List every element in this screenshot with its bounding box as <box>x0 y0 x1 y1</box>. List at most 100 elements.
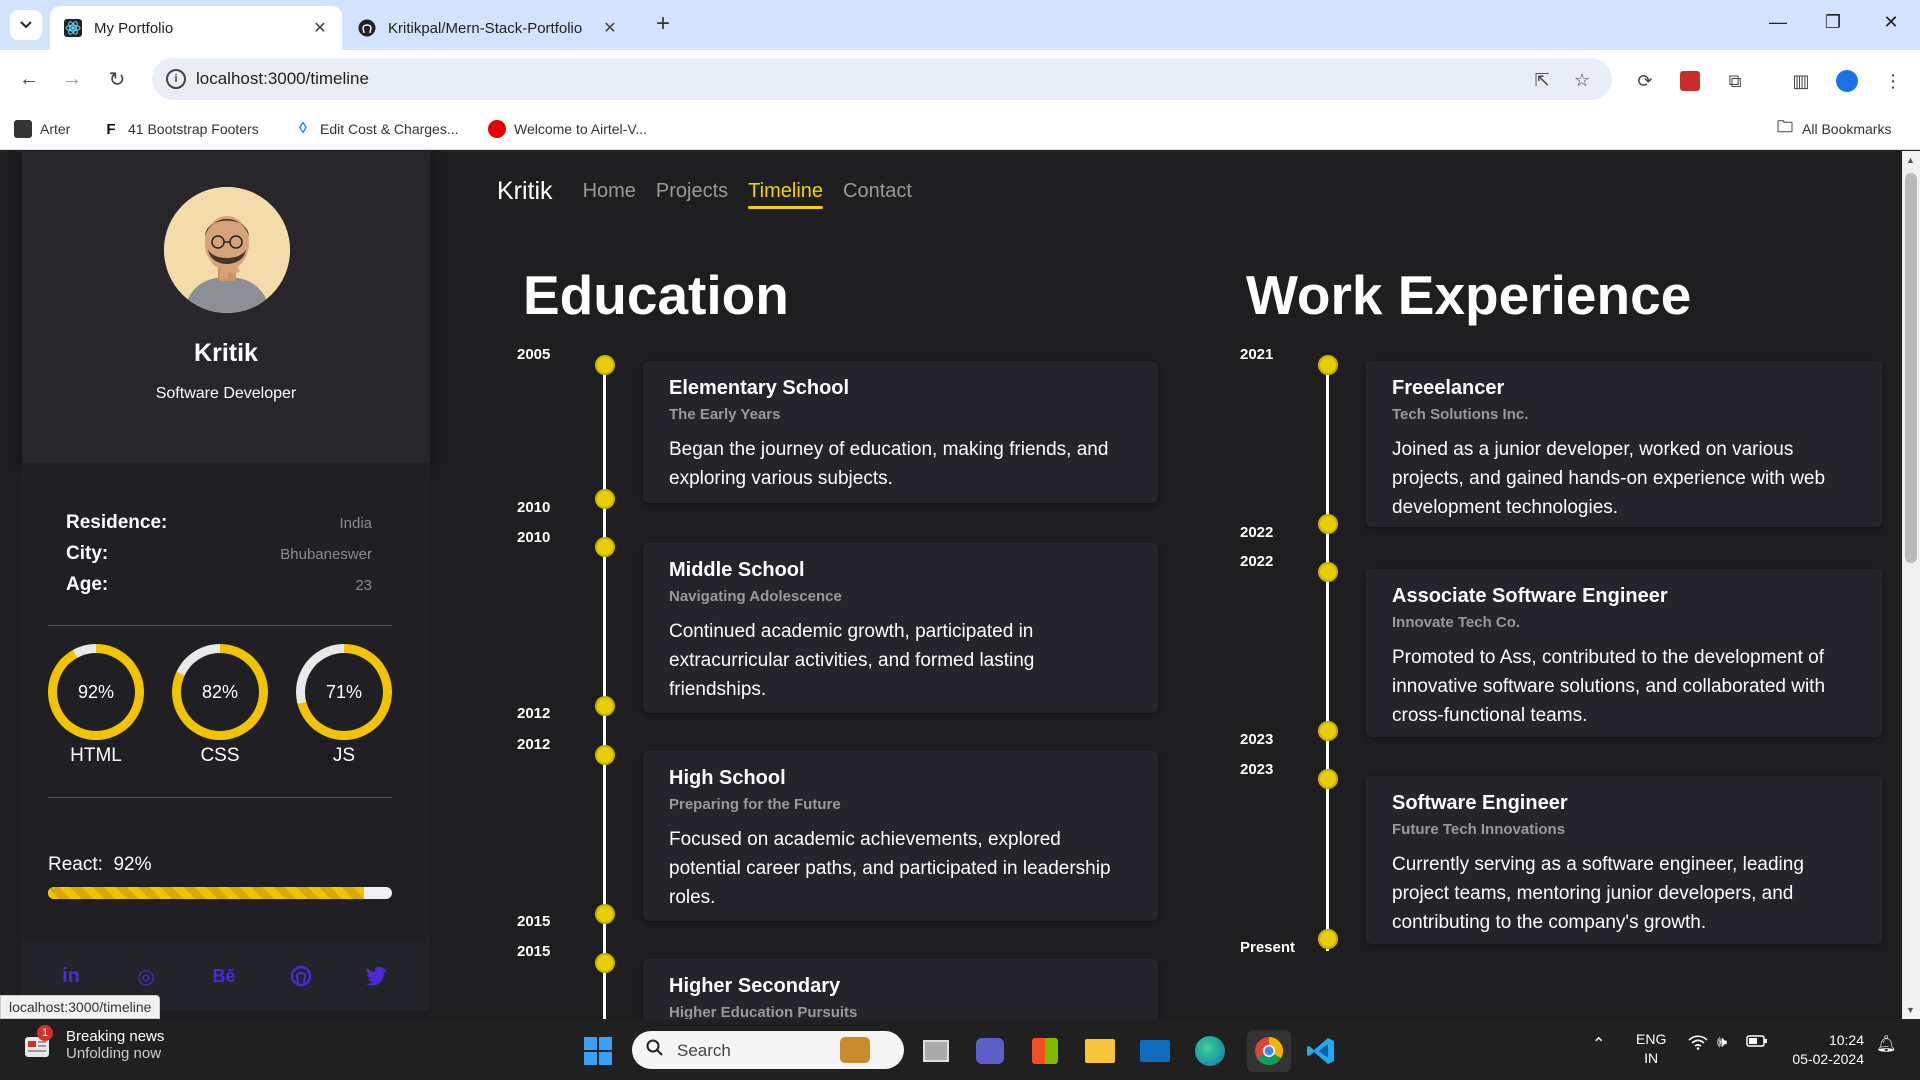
bookmark-edit-cost[interactable]: ◊ Edit Cost & Charges... <box>294 116 459 142</box>
card-subtitle: Higher Education Pursuits <box>669 1004 858 1019</box>
taskbar: 1 Breaking news Unfolding now Search ⌃ E… <box>0 1020 1920 1080</box>
volume-icon[interactable]: 🕪 <box>1717 1034 1727 1052</box>
card-subtitle: Innovate Tech Co. <box>1392 614 1521 631</box>
card-description: Began the journey of education, making f… <box>669 439 1109 489</box>
site-info-icon[interactable]: i <box>166 69 186 89</box>
minimize-button[interactable]: — <box>1758 12 1798 33</box>
chevron-down-icon <box>20 21 32 29</box>
tab-search-button[interactable] <box>10 10 42 40</box>
nav-home[interactable]: Home <box>583 180 636 203</box>
close-tab-icon[interactable]: ✕ <box>310 18 330 38</box>
news-widget[interactable]: 1 Breaking news Unfolding now <box>22 1025 164 1062</box>
react-value: 92% <box>113 854 152 875</box>
language-indicator[interactable]: ENG IN <box>1636 1030 1666 1068</box>
forward-button[interactable]: → <box>57 64 87 94</box>
page-scrollbar[interactable]: ▲ ▼ <box>1902 151 1920 1019</box>
card-subtitle: The Early Years <box>669 406 781 423</box>
store-icon[interactable] <box>1027 1033 1063 1069</box>
new-tab-button[interactable]: + <box>652 12 674 38</box>
skill-value: 92% <box>57 653 135 731</box>
twitter-icon[interactable] <box>362 961 392 991</box>
mail-icon[interactable] <box>1137 1033 1173 1069</box>
teams-icon[interactable] <box>972 1033 1008 1069</box>
timeline-dot <box>1318 562 1338 582</box>
battery-icon[interactable] <box>1746 1034 1768 1053</box>
bookmarks-bar: Arter F 41 Bootstrap Footers ◊ Edit Cost… <box>0 108 1920 150</box>
region-code: IN <box>1644 1050 1659 1066</box>
vscode-icon[interactable] <box>1303 1033 1339 1069</box>
edge-icon[interactable] <box>1192 1033 1228 1069</box>
bookmark-arter[interactable]: Arter <box>14 116 70 142</box>
year-label: Present <box>1240 939 1296 956</box>
detail-value: Bhubaneswer <box>280 546 372 563</box>
dribbble-icon[interactable]: ◎ <box>131 961 161 991</box>
bookmark-label: Arter <box>40 121 71 137</box>
brand-logo[interactable]: Kritik <box>497 177 553 206</box>
bookmark-star-icon[interactable]: ☆ <box>1570 68 1594 92</box>
card-description: Currently serving as a software engineer… <box>1392 854 1804 933</box>
react-icon <box>64 19 82 37</box>
year-label: 2021 <box>1240 346 1274 363</box>
skill-label: JS <box>332 745 356 766</box>
education-card: Elementary School The Early Years Began … <box>643 361 1158 503</box>
scroll-up-icon[interactable]: ▲ <box>1906 155 1915 165</box>
work-card: Software Engineer Future Tech Innovation… <box>1366 776 1882 944</box>
tab-my-portfolio[interactable]: My Portfolio ✕ <box>50 6 342 50</box>
github-icon <box>358 19 376 37</box>
timeline-dot <box>595 953 615 973</box>
start-button[interactable] <box>580 1033 616 1069</box>
divider <box>48 625 392 626</box>
behance-icon[interactable]: Bē <box>209 961 239 991</box>
menu-icon[interactable]: ⋮ <box>1880 68 1906 94</box>
nav-projects[interactable]: Projects <box>656 180 728 203</box>
year-label: 2022 <box>1240 553 1274 570</box>
close-window-button[interactable]: ✕ <box>1871 12 1911 33</box>
tab-github[interactable]: Kritikpal/Mern-Stack-Portfolio ✕ <box>352 6 632 50</box>
notification-bell-icon[interactable]: 🔔︎ <box>1876 1034 1896 1054</box>
detail-value: India <box>339 515 372 532</box>
sidebar: Kritik Software Developer Residence: Ind… <box>22 151 430 1011</box>
education-card: High School Preparing for the Future Foc… <box>643 751 1158 921</box>
taskbar-search[interactable]: Search <box>632 1031 904 1069</box>
card-subtitle: Future Tech Innovations <box>1392 821 1566 838</box>
card-title: High School <box>669 767 786 789</box>
card-description: Continued academic growth, participated … <box>669 621 1035 700</box>
timeline-dot <box>595 355 615 375</box>
close-tab-icon[interactable]: ✕ <box>600 18 620 38</box>
linkedin-icon[interactable]: in <box>56 961 86 991</box>
year-label: 2012 <box>517 705 551 722</box>
sync-icon[interactable]: ⟳ <box>1632 68 1658 94</box>
nav-timeline[interactable]: Timeline <box>748 180 823 209</box>
profile-details: Residence: India City: Bhubaneswer Age: … <box>22 463 430 1011</box>
bookmark-bootstrap-footers[interactable]: F 41 Bootstrap Footers <box>102 116 259 142</box>
year-label: 2015 <box>517 913 551 930</box>
news-subtitle: Unfolding now <box>66 1045 162 1062</box>
restore-button[interactable]: ❐ <box>1813 12 1853 33</box>
open-in-app-icon[interactable]: ⇱ <box>1530 68 1554 92</box>
all-bookmarks[interactable]: 🗀 All Bookmarks <box>1776 116 1891 142</box>
file-explorer-icon[interactable] <box>1082 1033 1118 1069</box>
work-experience-title: Work Experience <box>1246 264 1692 326</box>
extensions-icon[interactable]: ⧉ <box>1722 68 1748 94</box>
reload-button[interactable]: ↻ <box>102 64 132 94</box>
side-panel-icon[interactable]: ▥ <box>1788 68 1814 94</box>
bookmark-airtel[interactable]: Welcome to Airtel-V... <box>488 116 647 142</box>
extension-red-icon[interactable] <box>1677 68 1703 94</box>
nav-contact[interactable]: Contact <box>843 180 912 203</box>
github-icon[interactable] <box>286 961 316 991</box>
page-content: Kritik Software Developer Residence: Ind… <box>0 151 1920 1019</box>
divider <box>48 797 392 798</box>
show-hidden-icons[interactable]: ⌃ <box>1592 1034 1605 1054</box>
address-bar[interactable]: i localhost:3000/timeline ⇱ ☆ <box>152 58 1612 100</box>
wifi-icon[interactable] <box>1688 1034 1708 1055</box>
profile-icon[interactable] <box>1834 68 1860 94</box>
scrollbar-thumb[interactable] <box>1905 173 1917 563</box>
main-nav: Kritik Home Projects Timeline Contact <box>497 175 932 209</box>
task-view-icon[interactable] <box>918 1033 954 1069</box>
chrome-icon[interactable] <box>1247 1030 1291 1072</box>
clock[interactable]: 10:24 05-02-2024 <box>1784 1031 1864 1069</box>
scroll-down-icon[interactable]: ▼ <box>1906 1005 1915 1015</box>
back-button[interactable]: ← <box>14 64 44 94</box>
card-subtitle: Navigating Adolescence <box>669 588 842 605</box>
browser-toolbar: ← → ↻ i localhost:3000/timeline ⇱ ☆ ⟳ ⧉ … <box>0 50 1920 108</box>
